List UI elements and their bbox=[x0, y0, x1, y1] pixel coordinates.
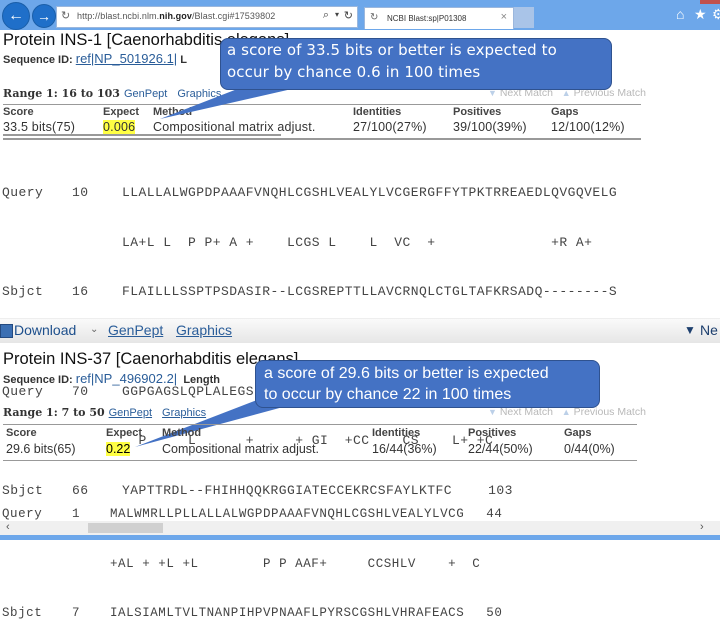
scroll-right-icon[interactable]: › bbox=[700, 521, 704, 533]
hit1-stats-rule bbox=[3, 104, 641, 140]
hit1-range: Range 1: 16 to 103 GenPept Graphics bbox=[3, 87, 221, 100]
scrollbar-thumb[interactable] bbox=[88, 523, 163, 533]
search-icon[interactable]: ⌕ bbox=[323, 9, 329, 22]
download-icon bbox=[0, 324, 13, 338]
download-button[interactable]: Download bbox=[14, 322, 76, 338]
callout1: a score of 33.5 bits or better is expect… bbox=[220, 38, 612, 90]
callout2-text: a score of 29.6 bits or better is expect… bbox=[264, 363, 549, 405]
identities-header: Identities bbox=[372, 427, 421, 439]
hit2-stats-table: Score Expect Method Identities Positives… bbox=[6, 426, 636, 457]
hit2-graphics-link[interactable]: Graphics bbox=[162, 407, 206, 419]
dropdown-icon[interactable]: ▾ bbox=[335, 10, 339, 19]
new-tab-button[interactable] bbox=[514, 7, 534, 28]
hit2-genpept-link[interactable]: GenPept bbox=[109, 407, 152, 419]
hit2-range: Range 1: 7 to 50 GenPept Graphics bbox=[3, 406, 206, 419]
graphics-link[interactable]: Graphics bbox=[176, 322, 232, 338]
seqid-label: Sequence ID: bbox=[3, 374, 76, 386]
hit2-alignment: Query 1 MALWMRLLPLLALLALWGPDPAAAFVNQHLCGSH… bbox=[2, 473, 502, 638]
method-value: Compositional matrix adjust. bbox=[162, 441, 320, 456]
expect-value: 0.22 bbox=[106, 441, 131, 456]
window-close-edge[interactable] bbox=[700, 0, 720, 4]
arrow-left-icon: ← bbox=[8, 7, 24, 24]
star-icon[interactable]: ★ bbox=[694, 6, 707, 23]
tab-title: NCBI Blast:sp|P01308 bbox=[387, 14, 467, 23]
gear-icon[interactable]: ⚙ bbox=[712, 6, 720, 23]
site-icon: ↻ bbox=[61, 10, 71, 22]
alignment-row: Query 10 LLALLALWGPDPAAAFVNQHLCGSHLVEALYLV… bbox=[2, 185, 618, 200]
hit2-title: Protein INS-37 [Caenorhabditis elegans] bbox=[3, 350, 299, 368]
hit1-genpept-link[interactable]: GenPept bbox=[124, 88, 167, 100]
callout1-line1: a score of 33.5 bits or better is expect… bbox=[227, 41, 557, 59]
length-label: Length bbox=[183, 374, 220, 386]
hit1-graphics-link[interactable]: Graphics bbox=[177, 88, 221, 100]
home-icon[interactable]: ⌂ bbox=[676, 6, 684, 22]
alignment-row: Sbjct 7 IALSIAMLTVLTNANPIHPVPNAAFLPYRSCGSH… bbox=[2, 606, 503, 620]
gaps-value: 0/44(0%) bbox=[564, 441, 615, 456]
back-button[interactable]: ← bbox=[2, 2, 30, 30]
callout2-line1: a score of 29.6 bits or better is expect… bbox=[264, 365, 549, 382]
callout2: a score of 29.6 bits or better is expect… bbox=[255, 360, 600, 408]
expect-header: Expect bbox=[106, 427, 143, 439]
refresh-icon[interactable]: ↻ bbox=[344, 9, 353, 22]
close-tab-icon[interactable]: × bbox=[501, 11, 507, 23]
genpept-link[interactable]: GenPept bbox=[108, 322, 163, 338]
alignment-row: +AL + +L +L P P AAF+ CCSHLV + C bbox=[110, 556, 481, 571]
forward-button[interactable]: → bbox=[32, 4, 56, 28]
gaps-header: Gaps bbox=[564, 427, 592, 439]
window-bottom-border bbox=[0, 535, 720, 540]
positives-value: 22/44(50%) bbox=[468, 441, 533, 456]
alignment-row: Sbjct 16 FLAILLLSSPTPSDASIR--LCGSREPTTLLAV… bbox=[2, 284, 618, 299]
positives-header: Positives bbox=[468, 427, 517, 439]
identities-value: 16/44(36%) bbox=[372, 441, 437, 456]
scroll-left-icon[interactable]: ‹ bbox=[6, 521, 10, 533]
hit1-sequence-id: Sequence ID: ref|NP_501926.1| L bbox=[3, 51, 187, 66]
hit2-sequence-id: Sequence ID: ref|NP_496902.2| Length bbox=[3, 371, 220, 386]
callout2-line2: to occur by chance 22 in 100 times bbox=[264, 386, 512, 403]
score-value: 29.6 bits(65) bbox=[6, 441, 76, 456]
arrow-right-icon: → bbox=[37, 8, 51, 24]
url-text: http://blast.ncbi.nlm.nih.gov/Blast.cgi#… bbox=[77, 11, 276, 21]
range-label: Range 1: 7 to 50 bbox=[3, 406, 105, 419]
seqid-label: Sequence ID: bbox=[3, 54, 76, 66]
browser-toolbar: ← → ↻ http://blast.ncbi.nlm.nih.gov/Blas… bbox=[0, 0, 720, 30]
horizontal-scrollbar[interactable]: ‹ › bbox=[0, 521, 720, 535]
callout1-line2: occur by chance 0.6 in 100 times bbox=[227, 63, 481, 81]
callout1-text: a score of 33.5 bits or better is expect… bbox=[227, 39, 557, 83]
method-header: Method bbox=[162, 427, 202, 439]
hit2-toolbar: Download ⌄ GenPept Graphics ▼ Ne bbox=[0, 318, 720, 343]
browser-tab[interactable]: ↻ NCBI Blast:sp|P01308 × bbox=[364, 7, 514, 29]
address-bar[interactable]: ↻ http://blast.ncbi.nlm.nih.gov/Blast.cg… bbox=[56, 6, 358, 28]
hit1-seqid-link[interactable]: ref|NP_501926.1| bbox=[76, 51, 177, 66]
score-header: Score bbox=[6, 427, 37, 439]
seqid-after: L bbox=[177, 54, 187, 66]
triangle-down-icon: ▼ bbox=[684, 323, 696, 337]
next-link[interactable]: Ne bbox=[700, 322, 718, 338]
loading-icon: ↻ bbox=[370, 12, 379, 23]
range-label: Range 1: 16 to 103 bbox=[3, 87, 120, 100]
hit2-seqid-link[interactable]: ref|NP_496902.2| bbox=[76, 371, 177, 386]
alignment-row: LA+L L P P+ A + LCGS L L VC + +R A+ bbox=[122, 234, 593, 250]
chevron-down-icon[interactable]: ⌄ bbox=[90, 324, 98, 335]
triangle-up-icon: ▲ bbox=[561, 407, 571, 417]
triangle-down-icon: ▼ bbox=[488, 407, 497, 417]
